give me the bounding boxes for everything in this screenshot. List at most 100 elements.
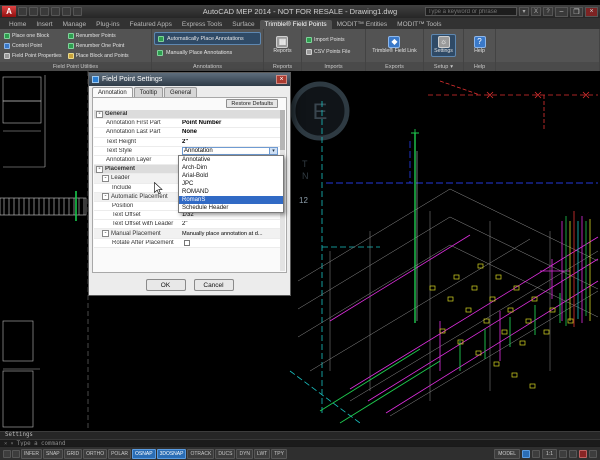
automatically-place-annotations-button[interactable]: Automatically Place Annotations (154, 32, 261, 45)
collapse-icon[interactable]: - (102, 230, 109, 238)
panel-label[interactable]: Field Point Utilities (0, 62, 151, 71)
collapse-icon[interactable]: - (102, 174, 109, 182)
toggle-tpy[interactable]: TPY (271, 448, 287, 459)
dropdown-option[interactable]: Schedule Header (179, 204, 283, 212)
ok-button[interactable]: OK (145, 279, 186, 291)
toggle-ducs[interactable]: DUCS (215, 448, 236, 459)
cancel-button[interactable]: Cancel (193, 279, 234, 291)
csv-points-file-button[interactable]: CSV Points File (304, 47, 363, 57)
group-row-general[interactable]: - General (94, 110, 280, 120)
help-icon[interactable]: ? (543, 7, 553, 16)
toggle-otrack[interactable]: OTRACK (187, 448, 215, 459)
import-points-button[interactable]: Import Points (304, 35, 363, 45)
exchange-apps-icon[interactable]: X (531, 7, 541, 16)
undo-icon[interactable] (62, 7, 71, 16)
tab-general[interactable]: General (164, 87, 198, 97)
trimble-field-link-button[interactable]: ◆ Trimble® Field Link (370, 35, 419, 56)
ribbon-tab-modit-entities[interactable]: MODIT™ Entities (332, 20, 393, 29)
model-space-button[interactable]: MODEL (494, 448, 521, 459)
annotation-visibility-icon[interactable] (559, 449, 567, 458)
import-arrow-icon (306, 36, 312, 43)
toggle-grid[interactable]: GRID (63, 448, 83, 459)
reports-button[interactable]: ▦ Reports (271, 35, 293, 56)
close-button[interactable]: × (585, 6, 598, 17)
dropdown-option[interactable]: Arial-Bold (179, 172, 283, 180)
open-icon[interactable] (29, 7, 38, 16)
ribbon-tab-featured-apps[interactable]: Featured Apps (125, 20, 177, 29)
panel-label[interactable]: Setup ▾ (424, 62, 463, 71)
toggle-3dosnap[interactable]: 3DOSNAP (156, 448, 187, 459)
fullscreen-icon[interactable] (589, 449, 597, 458)
command-line[interactable]: Settings × ▾ Type a command (0, 431, 600, 447)
redo-icon[interactable] (73, 7, 82, 16)
dropdown-option[interactable]: Annotative (179, 156, 283, 164)
ribbon-tab-trimble-field-points[interactable]: Trimble® Field Points (259, 20, 332, 29)
workspace-gear-icon[interactable] (569, 449, 577, 458)
annotation-scale-button[interactable]: 1:1 (542, 448, 557, 459)
rotate-after-placement-checkbox[interactable] (184, 239, 190, 246)
ribbon-tab-insert[interactable]: Insert (31, 20, 57, 29)
dropdown-option-selected[interactable]: RomanS (179, 196, 283, 204)
place-one-block-button[interactable]: Place one Block (2, 31, 64, 41)
row-annotation-last-part[interactable]: Annotation Last Part None (94, 128, 280, 138)
ribbon-tab-plugins[interactable]: Plug-ins (91, 20, 124, 29)
collapse-icon[interactable]: - (102, 193, 109, 201)
toggle-snap[interactable]: SNAP (43, 448, 63, 459)
dialog-close-icon[interactable]: × (276, 75, 287, 84)
place-block-and-points-button[interactable]: Place Block and Points (66, 51, 131, 61)
row-text-height[interactable]: Text Height 2" (94, 137, 280, 147)
row-rotate-after-placement[interactable]: Rotate After Placement (94, 238, 280, 248)
help-button[interactable]: ? Help (472, 35, 488, 56)
toggle-lwt[interactable]: LWT (254, 448, 271, 459)
save-icon[interactable] (40, 7, 49, 16)
row-annotation-first-part[interactable]: Annotation First Part Point Number (94, 119, 280, 129)
panel-label[interactable]: Exports (366, 62, 423, 71)
quick-view-icon[interactable] (532, 449, 541, 458)
chevron-down-icon[interactable]: ▾ (269, 147, 277, 154)
plot-icon[interactable] (51, 7, 60, 16)
toggle-dyn[interactable]: DYN (236, 448, 254, 459)
toggle-polar[interactable]: POLAR (108, 448, 132, 459)
toggle-infer[interactable]: INFER (21, 448, 42, 459)
coordinates-icon[interactable] (3, 449, 11, 458)
isolate-objects-icon[interactable] (579, 449, 587, 458)
ribbon-tab-manage[interactable]: Manage (58, 20, 92, 29)
text-style-combobox[interactable]: Annotation ▾ (182, 146, 278, 155)
collapse-icon[interactable]: - (96, 165, 103, 173)
dropdown-option[interactable]: Arch-Dim (179, 164, 283, 172)
grid-display-icon[interactable] (12, 449, 20, 458)
control-point-button[interactable]: Control Point (2, 41, 64, 51)
toggle-ortho[interactable]: ORTHO (83, 448, 108, 459)
dropdown-option[interactable]: ROMAND (179, 188, 283, 196)
ribbon-tab-surface[interactable]: Surface (227, 20, 259, 29)
ribbon-tab-express-tools[interactable]: Express Tools (177, 20, 227, 29)
panel-label[interactable]: Imports (302, 62, 365, 71)
tab-annotation[interactable]: Annotation (92, 87, 133, 97)
ribbon-tab-modit-tools[interactable]: MODIT™ Tools (392, 20, 446, 29)
new-icon[interactable] (18, 7, 27, 16)
place-block-points-icon (67, 52, 74, 59)
subgroup-row-manual-placement[interactable]: - Manual Placement Manually place annota… (94, 229, 280, 239)
help-search-input[interactable] (425, 7, 517, 16)
sign-in-icon[interactable]: ▾ (519, 7, 529, 16)
panel-label[interactable]: Annotations (152, 62, 263, 71)
row-text-offset-with-leader[interactable]: Text Offset with Leader 2" (94, 220, 280, 230)
manually-place-annotations-button[interactable]: Manually Place Annotations (154, 46, 261, 59)
ribbon-tab-home[interactable]: Home (4, 20, 31, 29)
restore-defaults-button[interactable]: Restore Defaults (226, 99, 278, 108)
maximize-button[interactable]: ❐ (570, 6, 583, 17)
autocad-logo-icon[interactable]: A (2, 6, 16, 17)
renumber-one-point-button[interactable]: Renumber One Point (66, 41, 131, 51)
panel-label[interactable]: Reports (264, 62, 301, 71)
tab-tooltip[interactable]: Tooltip (133, 87, 164, 97)
renumber-points-button[interactable]: Renumber Points (66, 31, 131, 41)
minimize-button[interactable]: – (555, 6, 568, 17)
collapse-icon[interactable]: - (96, 110, 103, 118)
dialog-title-bar[interactable]: Field Point Settings × (89, 73, 290, 86)
panel-label[interactable]: Help (464, 62, 495, 71)
toggle-osnap[interactable]: OSNAP (132, 448, 156, 459)
layout-tabs-icon[interactable] (522, 449, 531, 458)
field-point-properties-button[interactable]: Field Point Properties (2, 51, 64, 61)
dropdown-option[interactable]: JPC (179, 180, 283, 188)
settings-button[interactable]: ☼ Settings (431, 34, 456, 57)
